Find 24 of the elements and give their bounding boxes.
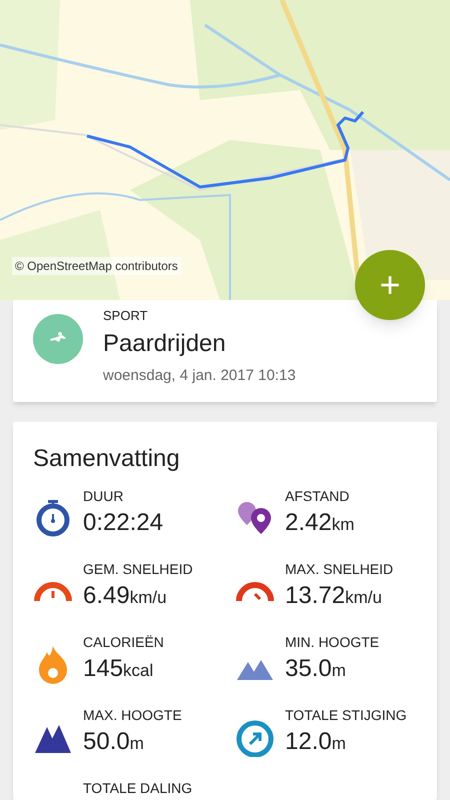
- stat-label: CALORIEËN: [83, 634, 164, 650]
- summary-title: Samenvatting: [33, 444, 181, 474]
- stat-label: MAX. HOOGTE: [83, 707, 182, 723]
- stat-value: 145kcal: [83, 654, 154, 684]
- stat-value: 12.0m: [285, 727, 347, 757]
- activity-date: woensdag, 4 jan. 2017 10:13: [103, 366, 296, 386]
- stat-label: MAX. SNELHEID: [285, 561, 394, 577]
- stat-value: 0:22:24: [83, 508, 164, 538]
- stat-label: DUUR: [83, 488, 124, 504]
- stat-value: 6.49km/u: [83, 581, 168, 611]
- stat-label: AFSTAND: [285, 488, 350, 504]
- stat-value: 2.42km: [285, 508, 354, 538]
- stat-label: GEM. SNELHEID: [83, 561, 193, 577]
- stat-value: 50.0m: [83, 727, 145, 757]
- stat-value: 13.72km/u: [285, 581, 383, 611]
- map-attribution[interactable]: © OpenStreetMap contributors: [12, 257, 181, 275]
- stat-label: TOTALE DALING: [83, 780, 192, 796]
- mountains-icon: [35, 725, 71, 753]
- mountains-icon: [237, 660, 273, 680]
- stat-label: MIN. HOOGTE: [285, 634, 380, 650]
- sport-name: Paardrijden: [103, 329, 227, 359]
- activity-label: SPORT: [103, 308, 149, 324]
- stat-label: TOTALE STIJGING: [285, 707, 407, 723]
- stat-value: 35.0m: [285, 654, 347, 684]
